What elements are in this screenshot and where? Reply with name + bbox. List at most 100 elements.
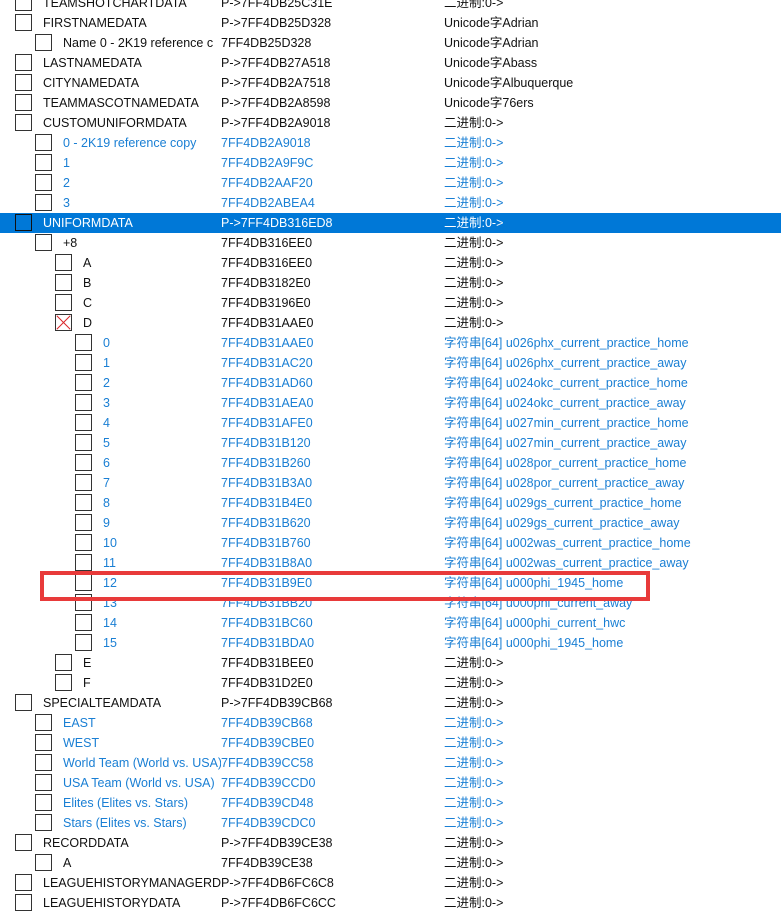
data-tree-view[interactable]: TEAMSHOTCHARTDATA P->7FF4DB25C31E 二进制:0-> F… <box>0 0 781 913</box>
row-checkbox[interactable] <box>55 674 72 691</box>
tree-row[interactable]: B 7FF4DB3182E0 二进制:0-> <box>0 273 781 293</box>
tree-row[interactable]: CITYNAMEDATA P->7FF4DB2A7518 Unicode字Albuq… <box>0 73 781 93</box>
row-checkbox[interactable] <box>35 754 52 771</box>
tree-row[interactable]: LEAGUEHISTORYMANAGERDATAP->7FF4DB6FC6C8 二… <box>0 873 781 893</box>
row-checkbox[interactable] <box>15 94 32 111</box>
row-checkbox[interactable] <box>35 194 52 211</box>
row-checkbox[interactable] <box>15 74 32 91</box>
row-checkbox[interactable] <box>75 454 92 471</box>
row-checkbox[interactable] <box>15 834 32 851</box>
row-checkbox[interactable] <box>35 154 52 171</box>
tree-row[interactable]: World Team (World vs. USA) 7FF4DB39CC58 二进… <box>0 753 781 773</box>
tree-row[interactable]: LEAGUEHISTORYDATA P->7FF4DB6FC6CC 二进制:0-> <box>0 893 781 913</box>
tree-row[interactable]: 11 7FF4DB31B8A0 字符串[64] u002was_current_pr… <box>0 553 781 573</box>
tree-row[interactable]: 5 7FF4DB31B120 字符串[64] u027min_current_pra… <box>0 433 781 453</box>
tree-row[interactable]: 7 7FF4DB31B3A0 字符串[64] u028por_current_pra… <box>0 473 781 493</box>
row-checkbox[interactable] <box>15 14 32 31</box>
row-checkbox[interactable] <box>75 394 92 411</box>
row-checkbox[interactable] <box>75 534 92 551</box>
row-checkbox[interactable] <box>75 634 92 651</box>
row-checkbox[interactable] <box>75 374 92 391</box>
row-checkbox[interactable] <box>75 494 92 511</box>
row-value: 字符串[64] u002was_current_practice_home <box>444 536 691 550</box>
tree-row[interactable]: 2 7FF4DB31AD60 字符串[64] u024okc_current_pra… <box>0 373 781 393</box>
row-address: P->7FF4DB316ED8 <box>221 216 333 230</box>
tree-row[interactable]: 9 7FF4DB31B620 字符串[64] u029gs_current_prac… <box>0 513 781 533</box>
row-checkbox[interactable] <box>35 234 52 251</box>
row-checkbox[interactable] <box>35 854 52 871</box>
row-checkbox[interactable] <box>15 0 32 11</box>
row-checkbox-crossed[interactable] <box>55 314 72 331</box>
row-value: 二进制:0-> <box>444 896 504 910</box>
tree-row[interactable]: Elites (Elites vs. Stars) 7FF4DB39CD48 二进制… <box>0 793 781 813</box>
row-name: F <box>83 676 91 690</box>
row-checkbox[interactable] <box>55 294 72 311</box>
tree-row[interactable]: CUSTOMUNIFORMDATA P->7FF4DB2A9018 二进制:0-> <box>0 113 781 133</box>
row-checkbox[interactable] <box>55 654 72 671</box>
tree-row[interactable]: 10 7FF4DB31B760 字符串[64] u002was_current_pr… <box>0 533 781 553</box>
tree-row[interactable]: 0 - 2K19 reference copy 7FF4DB2A9018 二进制:0… <box>0 133 781 153</box>
tree-row[interactable]: RECORDDATA P->7FF4DB39CE38 二进制:0-> <box>0 833 781 853</box>
row-checkbox[interactable] <box>55 274 72 291</box>
tree-row[interactable]: 8 7FF4DB31B4E0 字符串[64] u029gs_current_prac… <box>0 493 781 513</box>
tree-row-selected[interactable]: UNIFORMDATA P->7FF4DB316ED8 二进制:0-> <box>0 213 781 233</box>
row-checkbox[interactable] <box>35 174 52 191</box>
row-checkbox[interactable] <box>35 734 52 751</box>
row-checkbox[interactable] <box>75 474 92 491</box>
row-checkbox[interactable] <box>35 774 52 791</box>
tree-row[interactable]: USA Team (World vs. USA) 7FF4DB39CCD0 二进制:… <box>0 773 781 793</box>
row-checkbox[interactable] <box>15 874 32 891</box>
tree-row[interactable]: A 7FF4DB316EE0 二进制:0-> <box>0 253 781 273</box>
tree-row[interactable]: 15 7FF4DB31BDA0 字符串[64] u000phi_1945_home <box>0 633 781 653</box>
row-checkbox[interactable] <box>55 254 72 271</box>
tree-row[interactable]: C 7FF4DB3196E0 二进制:0-> <box>0 293 781 313</box>
row-name: LASTNAMEDATA <box>43 56 142 70</box>
tree-row[interactable]: LASTNAMEDATA P->7FF4DB27A518 Unicode字Abass <box>0 53 781 73</box>
tree-row[interactable]: E 7FF4DB31BEE0 二进制:0-> <box>0 653 781 673</box>
row-checkbox[interactable] <box>75 414 92 431</box>
tree-row[interactable]: 0 7FF4DB31AAE0 字符串[64] u026phx_current_pra… <box>0 333 781 353</box>
row-checkbox[interactable] <box>75 554 92 571</box>
row-checkbox[interactable] <box>15 694 32 711</box>
tree-row[interactable]: 4 7FF4DB31AFE0 字符串[64] u027min_current_pra… <box>0 413 781 433</box>
row-checkbox[interactable] <box>75 354 92 371</box>
row-checkbox[interactable] <box>15 894 32 911</box>
row-checkbox[interactable] <box>35 814 52 831</box>
tree-row[interactable]: 2 7FF4DB2AAF20 二进制:0-> <box>0 173 781 193</box>
row-checkbox[interactable] <box>35 794 52 811</box>
tree-row[interactable]: F 7FF4DB31D2E0 二进制:0-> <box>0 673 781 693</box>
tree-row[interactable]: 1 7FF4DB2A9F9C 二进制:0-> <box>0 153 781 173</box>
tree-row[interactable]: +8 7FF4DB316EE0 二进制:0-> <box>0 233 781 253</box>
row-name: C <box>83 296 93 310</box>
tree-row[interactable]: FIRSTNAMEDATA P->7FF4DB25D328 Unicode字Adri… <box>0 13 781 33</box>
tree-row[interactable]: 6 7FF4DB31B260 字符串[64] u028por_current_pra… <box>0 453 781 473</box>
tree-row[interactable]: 1 7FF4DB31AC20 字符串[64] u026phx_current_pra… <box>0 353 781 373</box>
tree-row[interactable]: D 7FF4DB31AAE0 二进制:0-> <box>0 313 781 333</box>
row-checkbox[interactable] <box>75 594 92 611</box>
tree-row[interactable]: TEAMSHOTCHARTDATA P->7FF4DB25C31E 二进制:0-> <box>0 0 781 13</box>
tree-row[interactable]: SPECIALTEAMDATA P->7FF4DB39CB68 二进制:0-> <box>0 693 781 713</box>
tree-row[interactable]: Stars (Elites vs. Stars) 7FF4DB39CDC0 二进制:… <box>0 813 781 833</box>
row-checkbox[interactable] <box>75 614 92 631</box>
row-checkbox[interactable] <box>75 574 92 591</box>
row-checkbox[interactable] <box>35 34 52 51</box>
tree-row[interactable]: EAST 7FF4DB39CB68 二进制:0-> <box>0 713 781 733</box>
tree-row[interactable]: TEAMMASCOTNAMEDATA P->7FF4DB2A8598 Unicode… <box>0 93 781 113</box>
row-checkbox[interactable] <box>35 134 52 151</box>
tree-row[interactable]: A 7FF4DB39CE38 二进制:0-> <box>0 853 781 873</box>
tree-row[interactable]: 12 7FF4DB31B9E0 字符串[64] u000phi_1945_home <box>0 573 781 593</box>
row-checkbox[interactable] <box>35 714 52 731</box>
tree-row[interactable]: 14 7FF4DB31BC60 字符串[64] u000phi_current_hw… <box>0 613 781 633</box>
tree-row[interactable]: Name 0 - 2K19 reference c 7FF4DB25D328 Uni… <box>0 33 781 53</box>
tree-row[interactable]: 13 7FF4DB31BB20 字符串[64] u000phi_current_aw… <box>0 593 781 613</box>
row-checkbox[interactable] <box>75 334 92 351</box>
row-name: RECORDDATA <box>43 836 129 850</box>
tree-row[interactable]: 3 7FF4DB31AEA0 字符串[64] u024okc_current_pra… <box>0 393 781 413</box>
row-checkbox[interactable] <box>15 114 32 131</box>
row-checkbox[interactable] <box>15 214 32 231</box>
row-checkbox[interactable] <box>15 54 32 71</box>
row-checkbox[interactable] <box>75 434 92 451</box>
tree-row[interactable]: WEST 7FF4DB39CBE0 二进制:0-> <box>0 733 781 753</box>
tree-row[interactable]: 3 7FF4DB2ABEA4 二进制:0-> <box>0 193 781 213</box>
row-checkbox[interactable] <box>75 514 92 531</box>
